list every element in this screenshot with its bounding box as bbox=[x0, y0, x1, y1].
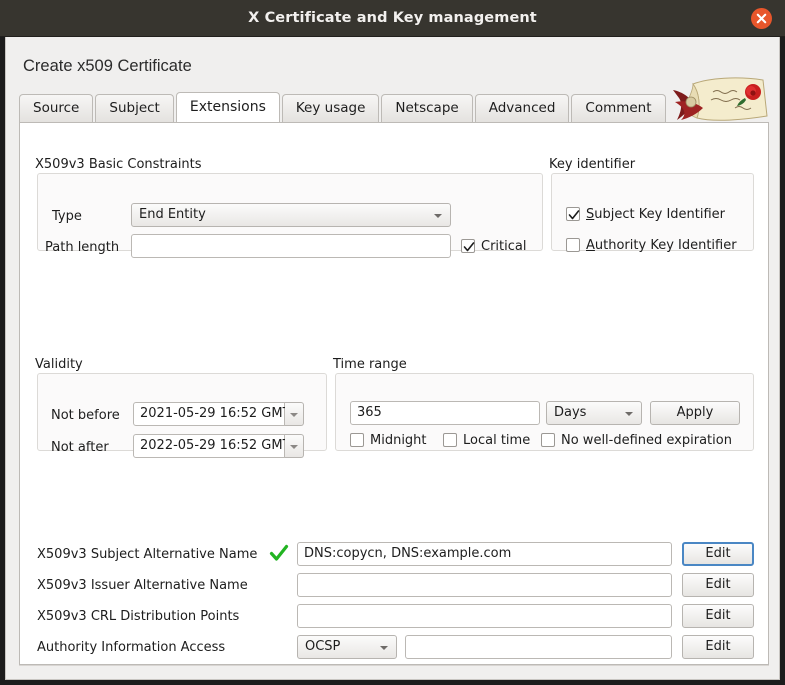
not-before-stepper[interactable] bbox=[285, 402, 304, 426]
midnight-label: Midnight bbox=[370, 433, 427, 448]
tab-advanced[interactable]: Advanced bbox=[475, 94, 570, 122]
valid-check-icon bbox=[269, 544, 289, 567]
chevron-down-icon bbox=[625, 412, 633, 416]
midnight-checkbox[interactable]: Midnight bbox=[350, 433, 427, 449]
not-after-label: Not after bbox=[51, 440, 109, 455]
chevron-down-icon bbox=[290, 413, 298, 417]
not-before-label: Not before bbox=[51, 408, 120, 423]
edit-issuer-alternative-name-button[interactable]: Edit bbox=[682, 573, 754, 597]
checkbox-box bbox=[566, 238, 580, 252]
subject-key-identifier-checkbox[interactable]: Subject Key Identifier bbox=[566, 207, 725, 223]
page-title: Create x509 Certificate bbox=[23, 57, 192, 76]
tab-bar: Source Subject Extensions Key usage Nets… bbox=[19, 94, 769, 123]
type-label: Type bbox=[52, 209, 82, 224]
path-length-label: Path length bbox=[45, 240, 119, 255]
basic-constraints-type-select[interactable]: End Entity bbox=[131, 203, 451, 227]
subject-alternative-name-input[interactable]: DNS:copycn, DNS:example.com bbox=[297, 542, 672, 566]
not-after-stepper[interactable] bbox=[285, 434, 304, 458]
authority-information-access-input[interactable] bbox=[405, 635, 672, 659]
subject-alternative-name-label: X509v3 Subject Alternative Name bbox=[37, 547, 257, 562]
validity-group-label: Validity bbox=[35, 357, 83, 372]
basic-constraints-type-value: End Entity bbox=[139, 207, 206, 222]
apply-button[interactable]: Apply bbox=[650, 401, 740, 425]
basic-constraints-group-label: X509v3 Basic Constraints bbox=[35, 157, 202, 172]
authority-key-identifier-checkbox[interactable]: Authority Key Identifier bbox=[566, 238, 737, 254]
tab-subject[interactable]: Subject bbox=[95, 94, 173, 122]
authority-key-identifier-label: uthority Key Identifier bbox=[595, 238, 737, 253]
chevron-down-icon bbox=[380, 646, 388, 650]
edit-crl-distribution-points-button[interactable]: Edit bbox=[682, 604, 754, 628]
issuer-alternative-name-label: X509v3 Issuer Alternative Name bbox=[37, 578, 248, 593]
time-range-group-label: Time range bbox=[333, 357, 407, 372]
checkbox-box bbox=[461, 239, 475, 253]
checkbox-box bbox=[566, 207, 580, 221]
tab-netscape[interactable]: Netscape bbox=[381, 94, 472, 122]
path-length-input[interactable] bbox=[131, 234, 451, 258]
checkbox-box bbox=[541, 433, 555, 447]
chevron-down-icon bbox=[290, 445, 298, 449]
not-after-input[interactable]: 2022-05-29 16:52 GMT bbox=[133, 434, 285, 458]
edit-authority-information-access-button[interactable]: Edit bbox=[682, 635, 754, 659]
authority-information-access-method-value: OCSP bbox=[305, 639, 340, 654]
tab-extensions[interactable]: Extensions bbox=[176, 92, 280, 122]
dialog-body: Create x509 Certificate bbox=[5, 37, 780, 680]
time-range-unit-value: Days bbox=[554, 405, 586, 420]
time-range-unit-select[interactable]: Days bbox=[546, 401, 642, 425]
key-identifier-group-label: Key identifier bbox=[549, 157, 635, 172]
authority-information-access-label: Authority Information Access bbox=[37, 640, 225, 655]
authority-information-access-method-select[interactable]: OCSP bbox=[297, 635, 397, 659]
checkbox-box bbox=[350, 433, 364, 447]
no-expiration-checkbox[interactable]: No well-defined expiration bbox=[541, 433, 732, 449]
close-icon[interactable] bbox=[751, 8, 772, 29]
crl-distribution-points-label: X509v3 CRL Distribution Points bbox=[37, 609, 239, 624]
no-expiration-label: No well-defined expiration bbox=[561, 433, 732, 448]
critical-checkbox[interactable]: Critical bbox=[461, 239, 526, 255]
local-time-checkbox[interactable]: Local time bbox=[443, 433, 530, 449]
local-time-label: Local time bbox=[463, 433, 530, 448]
tab-comment[interactable]: Comment bbox=[571, 94, 665, 122]
edit-subject-alternative-name-button[interactable]: Edit bbox=[682, 542, 754, 566]
tab-key-usage[interactable]: Key usage bbox=[282, 94, 380, 122]
checkbox-box bbox=[443, 433, 457, 447]
tab-source[interactable]: Source bbox=[19, 94, 93, 122]
crl-distribution-points-input[interactable] bbox=[297, 604, 672, 628]
authority-key-identifier-mnemonic: A bbox=[586, 238, 595, 253]
chevron-down-icon bbox=[434, 214, 442, 218]
time-range-amount-input[interactable]: 365 bbox=[350, 401, 540, 425]
extensions-tab-panel: X509v3 Basic Constraints Type End Entity… bbox=[19, 122, 769, 665]
footer-divider bbox=[19, 665, 769, 666]
not-before-input[interactable]: 2021-05-29 16:52 GMT bbox=[133, 402, 285, 426]
application-window: X Certificate and Key management Create … bbox=[0, 0, 785, 685]
subject-key-identifier-label: ubject Key Identifier bbox=[594, 207, 725, 222]
critical-label: Critical bbox=[481, 239, 526, 254]
window-title: X Certificate and Key management bbox=[0, 0, 785, 37]
title-bar: X Certificate and Key management bbox=[0, 0, 785, 37]
issuer-alternative-name-input[interactable] bbox=[297, 573, 672, 597]
